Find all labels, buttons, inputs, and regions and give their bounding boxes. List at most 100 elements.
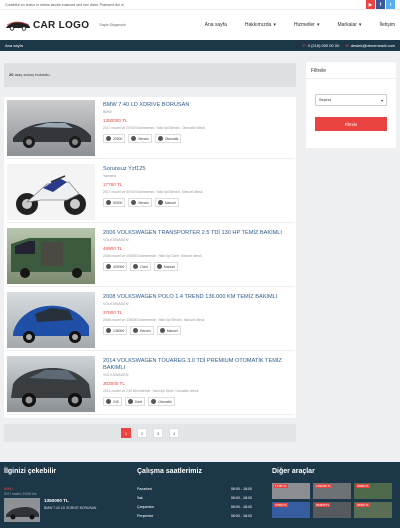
site-header: CAR LOGO Sayfa Sloganıdır Ana sayfa Hakk…	[0, 10, 400, 40]
hours-day: Pazartesi	[137, 487, 152, 491]
listing-list: BMW 7.40 LD XDRIVE BORUSAN BMW 1350000 T…	[4, 97, 296, 418]
car-photo[interactable]	[7, 100, 95, 156]
slogan: Sayfa Sloganıdır	[99, 23, 126, 27]
mileage-chip: 400000	[103, 262, 128, 271]
recent-sub: 2017 model, 20000 km	[4, 492, 37, 496]
recent-photo[interactable]	[4, 498, 40, 522]
recent-price: 1350000 TL	[44, 498, 69, 503]
youtube-icon[interactable]: ▶	[366, 0, 375, 9]
listing-item[interactable]: BMW 7.40 LD XDRIVE BORUSAN BMW 1350000 T…	[7, 97, 293, 159]
page-button[interactable]: 1	[121, 428, 131, 438]
phone-icon: ✆	[302, 43, 306, 48]
breadcrumb[interactable]: Ana sayfa	[5, 43, 23, 48]
chip-text: 245	[113, 399, 119, 404]
fuel-icon	[133, 328, 139, 333]
nav-item-contact[interactable]: İletişim	[379, 22, 395, 28]
other-car-photo[interactable]: 17780 TL	[272, 483, 310, 499]
speedometer-icon	[106, 264, 111, 269]
other-price-tag: 303000 TL	[315, 503, 331, 507]
nav-item-brands[interactable]: Markalar ▾	[337, 22, 361, 28]
chip-text: Manuel	[166, 328, 178, 333]
fuel-chip: Dizel	[130, 262, 151, 271]
page-button[interactable]: 2	[137, 428, 147, 438]
top-message: Curabitur eu lectus in metus iaculis eui…	[5, 2, 124, 7]
gear-icon	[156, 264, 162, 269]
listing-title[interactable]: Sorunsuz Yzf125	[103, 166, 293, 173]
nav-item-services[interactable]: Hizmetler ▾	[294, 22, 320, 28]
fuel-chip: Dizel	[124, 397, 146, 406]
main-nav: Ana sayfa Hakkımızda ▾ Hizmetler ▾ Markala…	[205, 22, 395, 28]
gear-chip: Manuel	[153, 262, 178, 271]
listing-item[interactable]: Sorunsuz Yzf125 Yamaha 17780 TL 2017 mod…	[7, 161, 293, 223]
chip-text: Dizel	[140, 264, 148, 269]
mileage-chip: 20000	[103, 134, 126, 143]
car-photo[interactable]	[7, 356, 95, 412]
recent-item[interactable]: 1350000 TL BMW 7.40 LD XDRIVE BORUSAN	[4, 498, 129, 522]
listing-title[interactable]: 2006 VOLKSWAGEN TRANSPORTER 2.5 TDİ 130 …	[103, 230, 293, 237]
car-photo[interactable]	[7, 292, 95, 348]
listing-brand: VOLKSWAGEN	[103, 302, 129, 306]
fuel-icon	[131, 200, 137, 205]
gear-chip: Otomatik	[148, 397, 175, 406]
fuel-icon	[127, 399, 133, 404]
gear-icon	[159, 328, 165, 333]
listing-item[interactable]: 2006 VOLKSWAGEN TRANSPORTER 2.5 TDİ 130 …	[7, 225, 293, 287]
logo-text: CAR LOGO	[33, 19, 90, 31]
listing-title[interactable]: BMW 7.40 LD XDRIVE BORUSAN	[103, 102, 293, 109]
listing-title[interactable]: 2008 VOLKSWAGEN POLO 1.4 TREND 136.000 K…	[103, 294, 293, 301]
breadcrumb-bar: Ana sayfa ✆ 0 (216) 000 00 00 ✉ destek@den…	[0, 40, 400, 51]
chevron-down-icon: ▾	[273, 22, 276, 28]
chip-text: 20000	[113, 136, 123, 141]
email[interactable]: ✉ destek@denemeadi.com	[345, 43, 395, 48]
others-section: Diğer araçlar 17780 TL 1350000 TL 46900 …	[272, 468, 396, 518]
phone-text: 0 (216) 000 00 00	[307, 43, 340, 48]
hours-day: Perşembe	[137, 514, 154, 518]
listing-price: 1350000 TL	[103, 118, 128, 123]
recent-name[interactable]: BMW 7.40 LD XDRIVE BORUSAN	[44, 506, 96, 510]
nav-label: Markalar	[337, 22, 357, 28]
logo[interactable]: CAR LOGO Sayfa Sloganıdır	[5, 20, 126, 31]
listing-price: 46900 TL	[103, 246, 123, 251]
nav-item-about[interactable]: Hakkımızda ▾	[245, 22, 276, 28]
hours-time: 08:00 - 18:00	[230, 487, 252, 491]
mileage-chip: 245	[103, 397, 122, 406]
speedometer-icon	[106, 200, 111, 205]
other-car-photo[interactable]: 46900 TL	[354, 483, 392, 499]
recent-title: İlginizi çekebilir	[4, 468, 57, 475]
gear-icon	[157, 200, 163, 205]
chevron-down-icon: ▾	[358, 22, 362, 28]
nav-label: Ana sayfa	[204, 22, 227, 28]
speedometer-icon	[106, 399, 111, 404]
recent-brand[interactable]: BMW	[4, 487, 129, 491]
speedometer-icon	[106, 136, 111, 141]
nav-item-home[interactable]: Ana sayfa	[205, 22, 227, 28]
phone[interactable]: ✆ 0 (216) 000 00 00	[302, 43, 339, 48]
filter-button[interactable]: Filtrele	[315, 117, 387, 131]
twitter-icon[interactable]: t	[386, 0, 395, 9]
chevron-down-icon: ▾	[316, 22, 320, 28]
listing-specs: 245 Dizel Otomatik	[103, 397, 293, 406]
page-button[interactable]: 4	[169, 428, 179, 438]
others-title: Diğer araçlar	[272, 468, 315, 475]
listing-item[interactable]: 2008 VOLKSWAGEN POLO 1.4 TREND 136.000 K…	[7, 289, 293, 351]
other-price-tag: 1350000 TL	[315, 484, 332, 488]
filter-select[interactable]: Seçiniz ▾	[315, 94, 387, 106]
car-photo[interactable]	[7, 228, 95, 284]
gear-icon	[157, 136, 163, 141]
other-car-photo[interactable]: 46900 TL	[354, 502, 392, 518]
other-car-photo[interactable]: 1350000 TL	[313, 483, 351, 499]
listing-price: 303000 TL	[103, 381, 125, 386]
car-photo[interactable]	[7, 164, 95, 220]
hours-row: Çarşamba 08:00 - 18:00	[137, 505, 262, 509]
hours-time: 08:00 - 18:00	[230, 514, 252, 518]
facebook-icon[interactable]: f	[376, 0, 385, 9]
chip-text: 50000	[113, 200, 123, 205]
listing-title[interactable]: 2014 VOLKSWAGEN TOUAREG 3.0 TDİ PREMIUM …	[103, 358, 293, 372]
listing-desc: 2017 model ve 20000 kilometrede. Yakıt t…	[103, 126, 206, 130]
page-button[interactable]: 3	[153, 428, 163, 438]
other-car-photo[interactable]: 37000 TL	[272, 502, 310, 518]
listing-item[interactable]: 2014 VOLKSWAGEN TOUAREG 3.0 TDİ PREMIUM …	[7, 353, 293, 415]
listing-specs: 136000 Benzin Manuel	[103, 326, 293, 335]
listing-specs: 50000 Benzin Manuel	[103, 198, 293, 207]
other-car-photo[interactable]: 303000 TL	[313, 502, 351, 518]
